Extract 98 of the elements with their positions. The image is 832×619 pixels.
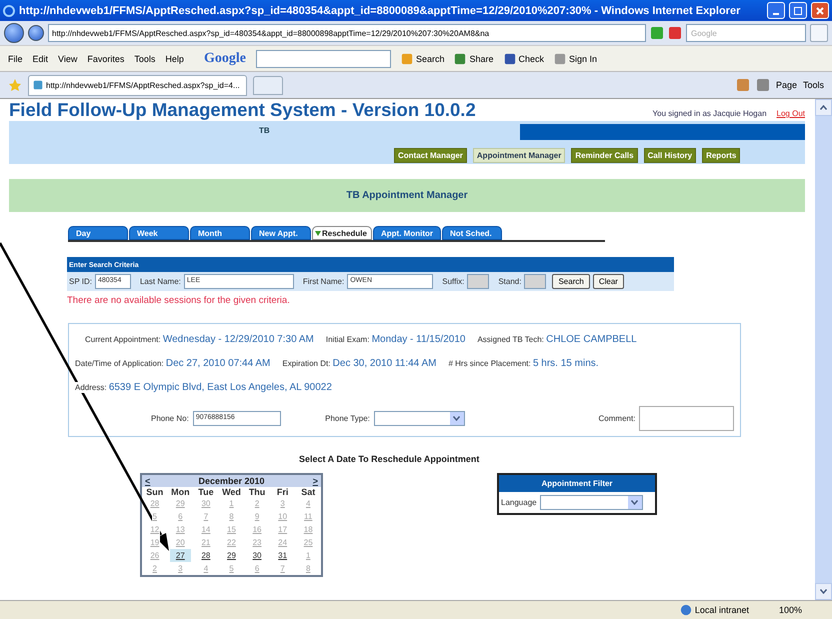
menu-item[interactable]: Tools [134, 54, 156, 64]
toolbar-button[interactable]: Check [504, 52, 544, 64]
info-text: Address: 6539 E Olympic Blvd, East Los Angeles, AL 90022 [75, 382, 332, 393]
language-select[interactable] [540, 495, 643, 510]
tab[interactable]: Day [68, 226, 128, 240]
field-label: SP ID: [69, 277, 92, 286]
field-label: First Name: [302, 277, 344, 286]
toolbar-icon[interactable] [454, 52, 466, 64]
close-button[interactable] [811, 2, 829, 19]
dropdown-button[interactable] [628, 496, 642, 509]
error-message: There are no available sessions for the given criteria. [67, 295, 291, 306]
tab[interactable]: Reschedule [312, 226, 372, 240]
weekday-label: Sun [146, 487, 164, 497]
info-text: Date/Time of Application: Dec 27, 2010 07:44 AM [75, 358, 270, 369]
weekday-label: Mon [171, 487, 190, 497]
info-text: Current Appointment: Wednesday - 12/29/2010 7:30 AM [85, 334, 314, 345]
forward-button[interactable] [28, 25, 44, 41]
menu-item[interactable]: Favorites [87, 54, 124, 64]
zoom-indicator[interactable]: 100% [778, 605, 802, 615]
toolbar-button[interactable]: Search [400, 52, 444, 64]
zone-indicator: Local intranet [680, 604, 749, 616]
calendar-day[interactable]: 27 [170, 549, 191, 562]
menu-item[interactable]: View [58, 54, 78, 64]
nav-button[interactable]: Contact Manager [394, 148, 467, 163]
chevron-up-icon [820, 105, 827, 110]
page-title: TB Appointment Manager [346, 190, 468, 201]
tab[interactable]: Appt. Monitor [373, 226, 441, 240]
tab[interactable]: Month [190, 226, 250, 240]
command-button[interactable]: Tools [802, 80, 824, 90]
field-label: Stand: [498, 277, 522, 286]
close-icon [816, 6, 824, 14]
filter-title: Appointment Filter [499, 475, 655, 492]
field-label: Last Name: [140, 277, 181, 286]
chevron-down-icon [453, 416, 460, 421]
calendar-heading: Select A Date To Reschedule Appointment [299, 454, 480, 464]
menu-item[interactable]: Help [165, 54, 184, 64]
nav-button[interactable]: Reminder Calls [571, 148, 638, 163]
field-label: Language [501, 498, 537, 507]
tab[interactable]: Not Sched. [442, 226, 502, 240]
toolbar-button[interactable]: Sign In [554, 52, 598, 64]
toolbar-search-field[interactable] [256, 50, 391, 68]
browser-tab[interactable]: http://nhdevweb1/FFMS/ApptResched.aspx?sp_id=4... [28, 74, 247, 96]
search-button[interactable]: Search [552, 274, 590, 289]
calendar-day[interactable]: 28 [200, 549, 212, 562]
nav-button[interactable]: Appointment Manager [472, 148, 566, 163]
toolbar-icon[interactable] [504, 52, 516, 64]
weekday-label: Tue [198, 487, 214, 497]
scrollbar[interactable] [815, 99, 832, 600]
scroll-down-button[interactable] [815, 583, 832, 600]
back-button[interactable] [4, 23, 24, 43]
weekday-label: Fri [276, 487, 288, 497]
info-text: Assigned TB Tech: CHLOE CAMPBELL [477, 334, 637, 345]
menu-item[interactable]: Edit [32, 54, 48, 64]
program-label: TB [259, 126, 270, 135]
field-label: Phone Type: [325, 414, 370, 423]
window-title: http://nhdevweb1/FFMS/ApptResched.aspx?sp_id=480354&appt_id=8800089&apptTime=12/29/2010%207:30% - Windows Internet Explorer [19, 4, 742, 16]
minimize-button[interactable] [767, 2, 785, 19]
command-button[interactable]: Page [776, 80, 797, 90]
chevron-down-icon [820, 589, 827, 594]
info-text: # Hrs since Placement: 5 hrs. 15 mins. [448, 358, 599, 369]
phone-type-select[interactable] [374, 411, 465, 426]
comment-field[interactable] [639, 406, 734, 431]
tab[interactable]: Week [129, 226, 189, 240]
menu-item[interactable]: File [8, 54, 23, 64]
signed-in-text: You signed in as Jacquie Hogan [652, 109, 767, 118]
maximize-button[interactable] [789, 2, 807, 19]
app-title: Field Follow-Up Management System - Version 10.0.2 [9, 99, 476, 121]
weekday-label: Sat [301, 487, 316, 497]
info-text: Expiration Dt: Dec 30, 2010 11:44 AM [282, 358, 436, 369]
minimize-icon [773, 12, 779, 14]
field-label: Phone No: [151, 414, 189, 423]
nav-button[interactable]: Call History [644, 148, 696, 163]
tab[interactable]: New Appt. [251, 226, 311, 240]
scroll-up-button[interactable] [815, 99, 832, 116]
calendar-month: December 2010 [198, 476, 265, 486]
calendar-day[interactable]: 31 [277, 549, 288, 562]
field-label: Comment: [598, 414, 636, 423]
previous-month-link[interactable]: < [145, 476, 150, 486]
dropdown-button[interactable] [450, 412, 464, 425]
toolbar-button[interactable]: Share [454, 52, 494, 64]
search-button[interactable] [810, 24, 828, 42]
new-tab-button[interactable] [252, 76, 283, 94]
field-label: Suffix: [442, 277, 464, 286]
calendar-day[interactable]: 29 [226, 549, 237, 562]
weekday-label: Wed [222, 487, 241, 497]
calendar-day[interactable]: 30 [252, 549, 263, 562]
favorites-star-icon[interactable] [8, 78, 22, 92]
next-month-link[interactable]: > [312, 476, 318, 486]
search-button[interactable]: Clear [592, 274, 624, 289]
address-field[interactable]: http://nhdevweb1/FFMS/ApptResched.aspx?sp_id=480354&appt_id=88000898apptTime=12/29/2010%207:30%20AM8&na [48, 24, 646, 42]
maximize-icon [794, 6, 802, 14]
weekday-label: Thu [248, 487, 266, 497]
search-field[interactable]: Google [686, 24, 806, 42]
logout-link[interactable]: Log Out [776, 109, 805, 118]
toolbar-logo: Google [204, 50, 246, 66]
info-text: Initial Exam: Monday - 11/15/2010 [326, 334, 466, 345]
nav-button[interactable]: Reports [702, 148, 740, 163]
chevron-down-icon [631, 500, 638, 505]
